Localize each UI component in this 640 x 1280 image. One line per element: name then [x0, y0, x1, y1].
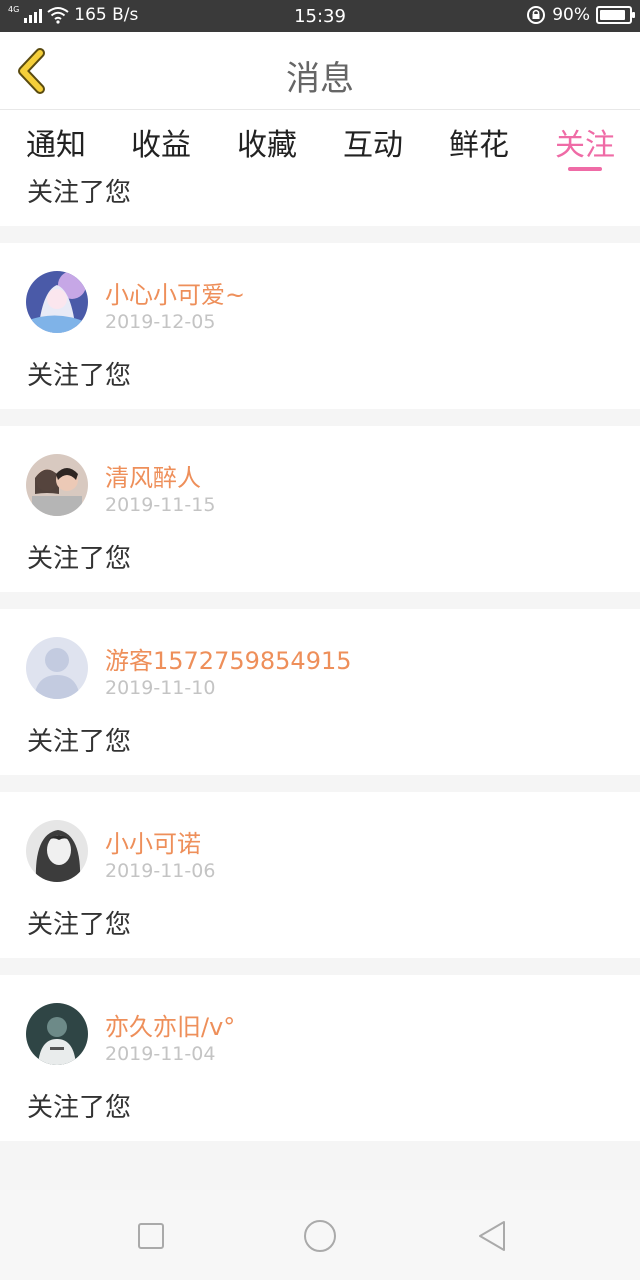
avatar[interactable] [26, 1003, 88, 1065]
username[interactable]: 亦久亦旧/v° [105, 1007, 235, 1042]
status-bar: 4G 165 B/s 15:39 90% [0, 0, 640, 32]
username[interactable]: 清风醉人 [105, 458, 201, 493]
system-nav-bar [0, 1190, 640, 1280]
follow-date: 2019-11-04 [105, 1043, 216, 1065]
list-item[interactable]: 小小可诺 2019-11-06 关注了您 [0, 792, 640, 958]
follow-date: 2019-11-15 [105, 494, 216, 516]
recents-icon [138, 1223, 164, 1249]
follow-action-text: 关注了您 [27, 544, 132, 574]
avatar[interactable] [26, 637, 88, 699]
recents-button[interactable] [131, 1216, 171, 1256]
tab-bar: 通知 收益 收藏 互动 鲜花 关注 [0, 110, 640, 176]
battery-fill [600, 10, 626, 20]
tab-earnings[interactable]: 收益 [121, 120, 201, 164]
list-item[interactable]: 2019-12-05 关注了您 [0, 176, 640, 226]
list-item[interactable]: 清风醉人 2019-11-15 关注了您 [0, 426, 640, 592]
list-item[interactable]: 游客1572759854915 2019-11-10 关注了您 [0, 609, 640, 775]
follow-list[interactable]: 2019-12-05 关注了您 小心小可爱~ 2019-12-05 关注了您 [0, 176, 640, 1190]
tab-interactions[interactable]: 互动 [333, 120, 413, 164]
follow-date: 2019-11-06 [105, 860, 216, 882]
tab-flowers[interactable]: 鲜花 [439, 120, 519, 164]
list-item[interactable]: 小心小可爱~ 2019-12-05 关注了您 [0, 243, 640, 409]
page-title: 消息 [286, 59, 354, 99]
follow-date: 2019-11-10 [105, 677, 216, 699]
tab-notifications[interactable]: 通知 [16, 120, 96, 164]
rotation-lock-icon [527, 6, 546, 24]
status-right: 90% [526, 5, 635, 25]
app-header: 消息 [0, 32, 640, 110]
username[interactable]: 小小可诺 [105, 824, 201, 859]
home-button[interactable] [300, 1216, 340, 1256]
avatar[interactable] [26, 820, 88, 882]
follow-action-text: 关注了您 [27, 361, 132, 391]
tab-follows[interactable]: 关注 [545, 120, 625, 164]
screen: 4G 165 B/s 15:39 90% 消息 通知 收益 收藏 互动 鲜花 关… [0, 0, 640, 1280]
avatar[interactable] [26, 271, 88, 333]
back-triangle-icon [479, 1221, 505, 1251]
list-item[interactable]: 亦久亦旧/v° 2019-11-04 关注了您 [0, 975, 640, 1141]
back-nav-button[interactable] [472, 1216, 512, 1256]
tab-favorites[interactable]: 收藏 [227, 120, 307, 164]
follow-action-text: 关注了您 [27, 178, 132, 208]
follow-date: 2019-12-05 [105, 311, 216, 333]
username[interactable]: 小心小可爱~ [105, 275, 245, 310]
battery-icon [596, 6, 635, 24]
battery-percent: 90% [552, 5, 590, 25]
username[interactable]: 游客1572759854915 [105, 641, 352, 676]
follow-action-text: 关注了您 [27, 910, 132, 940]
avatar[interactable] [26, 454, 88, 516]
active-tab-indicator [568, 167, 602, 171]
follow-action-text: 关注了您 [27, 1093, 132, 1123]
follow-list-content: 2019-12-05 关注了您 小心小可爱~ 2019-12-05 关注了您 [0, 176, 640, 1158]
home-icon [304, 1220, 336, 1252]
follow-action-text: 关注了您 [27, 727, 132, 757]
